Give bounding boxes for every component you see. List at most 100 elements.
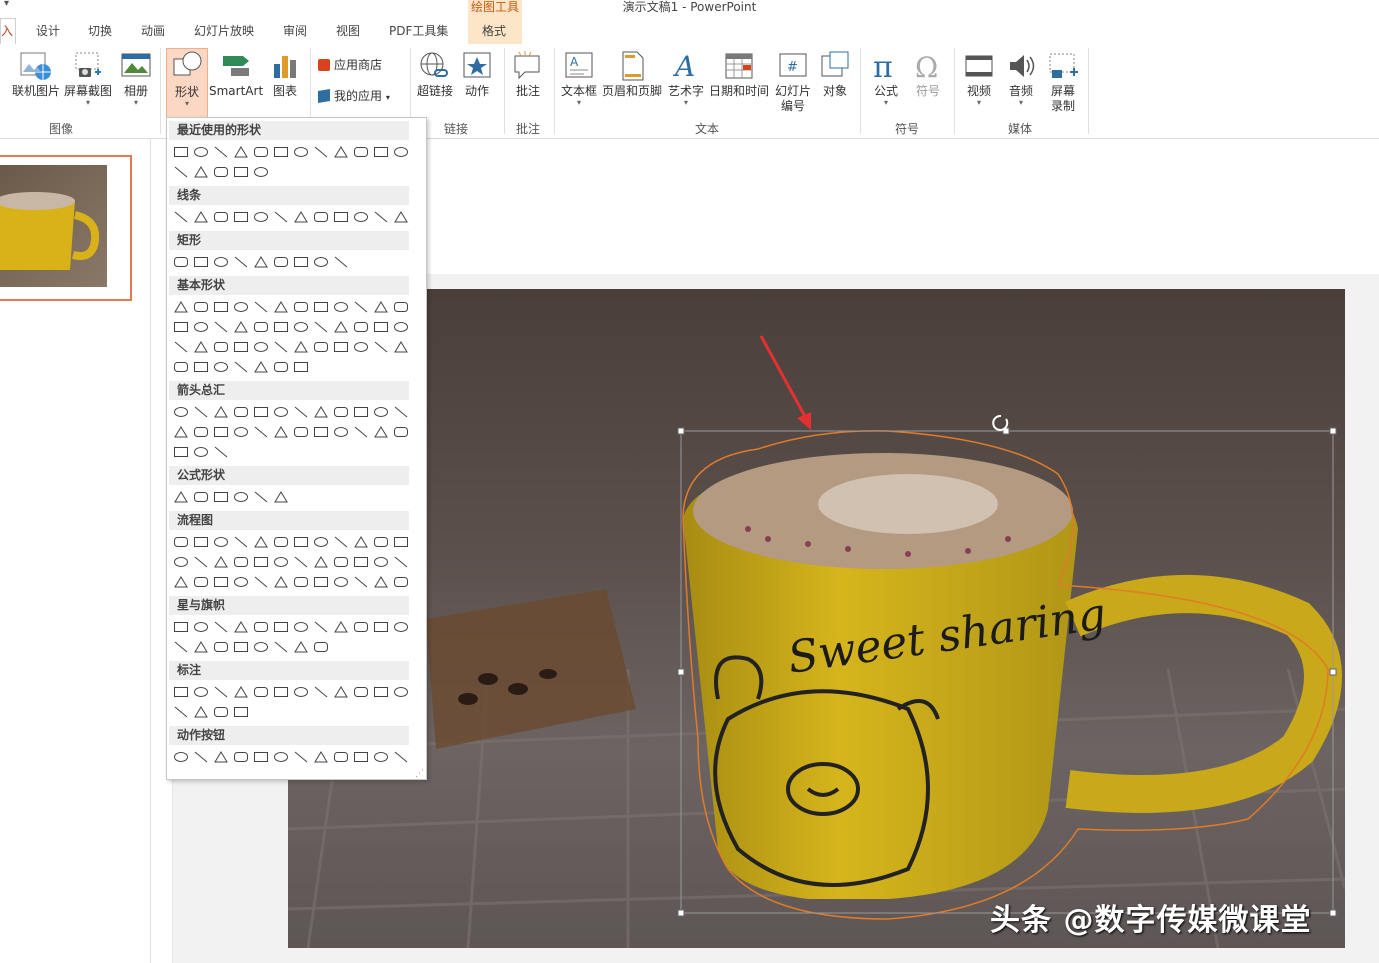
shape-option[interactable]	[273, 685, 289, 699]
shape-option[interactable]	[193, 705, 209, 719]
shape-option[interactable]	[293, 575, 309, 589]
shape-option[interactable]	[293, 145, 309, 159]
shape-option[interactable]	[233, 425, 249, 439]
shape-option[interactable]	[373, 425, 389, 439]
shape-option[interactable]	[313, 145, 329, 159]
tab-insert[interactable]: 入	[0, 18, 16, 45]
shape-option[interactable]	[233, 165, 249, 179]
shape-option[interactable]	[353, 750, 369, 764]
shape-option[interactable]	[293, 620, 309, 634]
shape-option[interactable]	[253, 555, 269, 569]
slide-number-button[interactable]: # 幻灯片 编号	[773, 50, 813, 114]
shape-option[interactable]	[233, 620, 249, 634]
shape-option[interactable]	[333, 555, 349, 569]
shape-option[interactable]	[213, 535, 229, 549]
shape-option[interactable]	[393, 340, 409, 354]
shape-option[interactable]	[313, 620, 329, 634]
shape-option[interactable]	[293, 685, 309, 699]
shape-option[interactable]	[313, 210, 329, 224]
shape-option[interactable]	[213, 555, 229, 569]
shape-option[interactable]	[293, 750, 309, 764]
shape-option[interactable]	[173, 425, 189, 439]
shape-option[interactable]	[333, 340, 349, 354]
tab-animations[interactable]: 动画	[141, 22, 165, 39]
shape-option[interactable]	[353, 425, 369, 439]
store-button[interactable]: 应用商店	[318, 58, 390, 73]
shape-option[interactable]	[213, 640, 229, 654]
shape-option[interactable]	[213, 145, 229, 159]
smartart-button[interactable]: SmartArt	[209, 50, 263, 99]
shape-option[interactable]	[273, 640, 289, 654]
shape-option[interactable]	[213, 490, 229, 504]
shape-option[interactable]	[273, 145, 289, 159]
shape-option[interactable]	[253, 535, 269, 549]
shape-option[interactable]	[293, 640, 309, 654]
shape-option[interactable]	[253, 165, 269, 179]
shape-option[interactable]	[333, 145, 349, 159]
shape-option[interactable]	[273, 425, 289, 439]
shape-option[interactable]	[293, 255, 309, 269]
shape-option[interactable]	[353, 555, 369, 569]
wordart-button[interactable]: A 艺术字 ▾	[666, 50, 706, 107]
shape-option[interactable]	[193, 405, 209, 419]
shape-option[interactable]	[333, 575, 349, 589]
shape-option[interactable]	[253, 575, 269, 589]
shape-option[interactable]	[213, 705, 229, 719]
shape-option[interactable]	[393, 145, 409, 159]
chart-button[interactable]: 图表	[266, 50, 304, 99]
shape-option[interactable]	[253, 685, 269, 699]
resize-grip-icon[interactable]: ⋰	[415, 769, 424, 779]
shape-option[interactable]	[253, 490, 269, 504]
shape-option[interactable]	[333, 535, 349, 549]
tab-format[interactable]: 格式	[482, 22, 506, 39]
shape-option[interactable]	[353, 575, 369, 589]
shape-option[interactable]	[193, 165, 209, 179]
video-button[interactable]: 视频 ▾	[960, 50, 998, 107]
shape-option[interactable]	[213, 405, 229, 419]
shape-option[interactable]	[193, 445, 209, 459]
shape-option[interactable]	[373, 575, 389, 589]
shape-option[interactable]	[173, 145, 189, 159]
shape-option[interactable]	[393, 685, 409, 699]
shape-option[interactable]	[193, 145, 209, 159]
shape-option[interactable]	[233, 705, 249, 719]
audio-button[interactable]: 音频 ▾	[1002, 50, 1040, 107]
shape-option[interactable]	[333, 255, 349, 269]
shape-option[interactable]	[253, 210, 269, 224]
tab-view[interactable]: 视图	[336, 22, 360, 39]
shape-option[interactable]	[253, 255, 269, 269]
shape-option[interactable]	[293, 320, 309, 334]
shape-option[interactable]	[173, 750, 189, 764]
shape-option[interactable]	[313, 535, 329, 549]
shape-option[interactable]	[193, 425, 209, 439]
shape-option[interactable]	[353, 300, 369, 314]
shape-option[interactable]	[273, 490, 289, 504]
shape-option[interactable]	[213, 255, 229, 269]
shape-option[interactable]	[233, 575, 249, 589]
shape-option[interactable]	[373, 750, 389, 764]
shape-option[interactable]	[233, 145, 249, 159]
shape-option[interactable]	[253, 360, 269, 374]
shape-option[interactable]	[293, 360, 309, 374]
shape-option[interactable]	[253, 320, 269, 334]
shape-option[interactable]	[213, 620, 229, 634]
shape-option[interactable]	[213, 165, 229, 179]
shape-option[interactable]	[213, 320, 229, 334]
shape-option[interactable]	[373, 340, 389, 354]
shape-option[interactable]	[173, 705, 189, 719]
album-button[interactable]: 相册 ▾	[118, 50, 154, 107]
shape-option[interactable]	[193, 750, 209, 764]
shape-option[interactable]	[313, 340, 329, 354]
shape-option[interactable]	[293, 535, 309, 549]
tab-design[interactable]: 设计	[36, 22, 60, 39]
shape-option[interactable]	[253, 405, 269, 419]
tab-review[interactable]: 审阅	[283, 22, 307, 39]
shape-option[interactable]	[313, 255, 329, 269]
shape-option[interactable]	[213, 360, 229, 374]
shape-option[interactable]	[353, 210, 369, 224]
datetime-button[interactable]: 日期和时间	[708, 50, 770, 99]
header-footer-button[interactable]: 页眉和页脚	[601, 50, 663, 99]
shape-option[interactable]	[373, 320, 389, 334]
shape-option[interactable]	[373, 620, 389, 634]
shape-option[interactable]	[333, 685, 349, 699]
